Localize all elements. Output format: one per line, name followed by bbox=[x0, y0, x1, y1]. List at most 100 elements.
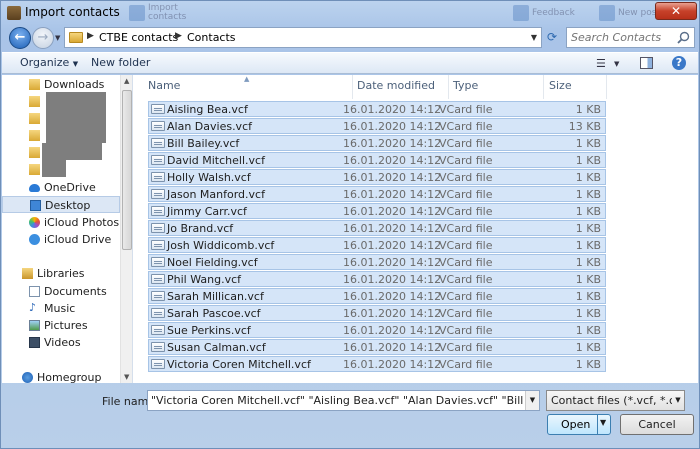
vcard-file-icon bbox=[151, 189, 165, 199]
scrollbar-thumb[interactable] bbox=[122, 90, 132, 250]
file-row[interactable]: Bill Bailey.vcf 16.01.2020 14:12 VCard fil… bbox=[148, 135, 606, 151]
file-row[interactable]: Sarah Millican.vcf 16.01.2020 14:12 VCard … bbox=[148, 288, 606, 304]
redacted-label bbox=[42, 143, 102, 160]
column-divider[interactable] bbox=[448, 75, 449, 99]
file-row[interactable]: Sarah Pascoe.vcf 16.01.2020 14:12 VCard fi… bbox=[148, 305, 606, 321]
search-input[interactable] bbox=[571, 30, 671, 45]
vcard-file-icon bbox=[151, 240, 165, 250]
file-row[interactable]: Susan Calman.vcf 16.01.2020 14:12 VCard fi… bbox=[148, 339, 606, 355]
change-view-icon[interactable]: ☰ bbox=[596, 57, 606, 70]
file-row[interactable]: Holly Walsh.vcf 16.01.2020 14:12 VCard fil… bbox=[148, 169, 606, 185]
vcard-file-icon bbox=[151, 308, 165, 318]
address-bar[interactable]: ▶ CTBE contacts ▶ Contacts ▼ bbox=[64, 27, 542, 48]
scroll-up-icon[interactable]: ▲ bbox=[124, 77, 129, 85]
back-button[interactable]: ← bbox=[9, 27, 31, 49]
column-header-size[interactable]: Size bbox=[549, 79, 572, 92]
file-name-input[interactable]: "Victoria Coren Mitchell.vcf" "Aisling B… bbox=[147, 390, 540, 411]
file-row[interactable]: Jimmy Carr.vcf 16.01.2020 14:12 VCard file… bbox=[148, 203, 606, 219]
chevron-down-icon: ▼ bbox=[72, 60, 79, 68]
sidebar-item-downloads[interactable]: Downloads bbox=[2, 76, 120, 93]
folder-icon bbox=[69, 32, 83, 43]
background-feedback: Feedback bbox=[513, 3, 575, 23]
help-icon[interactable]: ? bbox=[672, 56, 686, 70]
column-header-date-modified[interactable]: Date modified bbox=[357, 79, 435, 92]
column-header-type[interactable]: Type bbox=[453, 79, 478, 92]
organize-button[interactable]: Organize ▼ bbox=[20, 56, 78, 69]
sidebar-item-homegroup[interactable]: Homegroup bbox=[2, 369, 120, 383]
breadcrumb-contacts[interactable]: Contacts bbox=[187, 31, 236, 44]
sidebar-item-redacted-3[interactable] bbox=[2, 126, 120, 144]
sidebar-item-onedrive[interactable]: OneDrive bbox=[2, 179, 120, 196]
column-header-name[interactable]: Name bbox=[148, 79, 180, 92]
search-icon[interactable] bbox=[677, 31, 690, 44]
redacted-label bbox=[46, 109, 106, 126]
file-row[interactable]: Victoria Coren Mitchell.vcf 16.01.2020 14… bbox=[148, 356, 606, 372]
scroll-down-icon[interactable]: ▼ bbox=[124, 373, 129, 381]
sidebar-item-music[interactable]: ♪ Music bbox=[2, 300, 120, 317]
folder-icon bbox=[29, 113, 40, 124]
sidebar-item-documents[interactable]: Documents bbox=[2, 283, 120, 300]
file-row[interactable]: Noel Fielding.vcf 16.01.2020 14:12 VCard f… bbox=[148, 254, 606, 270]
sidebar-item-redacted-2[interactable] bbox=[2, 109, 120, 127]
file-type-filter[interactable]: Contact files (*.vcf, *.csv, *.xls ▼ bbox=[546, 390, 685, 411]
close-button[interactable]: ✕ bbox=[655, 2, 697, 20]
chevron-down-icon[interactable]: ▼ bbox=[525, 391, 539, 410]
chevron-down-icon[interactable]: ▼ bbox=[531, 33, 537, 42]
split-divider bbox=[597, 415, 598, 434]
vcard-file-icon bbox=[151, 138, 165, 148]
column-divider[interactable] bbox=[352, 75, 353, 99]
open-options-dropdown-icon[interactable]: ▼ bbox=[600, 418, 606, 427]
file-row[interactable]: Alan Davies.vcf 16.01.2020 14:12 VCard fil… bbox=[148, 118, 606, 134]
sidebar-item-pictures[interactable]: Pictures bbox=[2, 317, 120, 334]
refresh-icon: ⟳ bbox=[546, 30, 558, 44]
background-import-contacts: Import contacts bbox=[129, 3, 186, 23]
file-row[interactable]: Sue Perkins.vcf 16.01.2020 14:12 VCard fil… bbox=[148, 322, 606, 338]
sidebar-item-redacted-4[interactable] bbox=[2, 143, 120, 161]
app-icon bbox=[7, 6, 21, 20]
content-area: Downloads OneDrive Desktop iCloud Photos bbox=[2, 75, 698, 383]
chevron-down-icon[interactable]: ▼ bbox=[672, 391, 684, 410]
folder-icon bbox=[29, 164, 40, 175]
file-type-value: Contact files (*.vcf, *.csv, *.xls bbox=[551, 394, 684, 407]
file-row[interactable]: Aisling Bea.vcf 16.01.2020 14:12 VCard fil… bbox=[148, 101, 606, 117]
sidebar-item-redacted-1[interactable] bbox=[2, 92, 120, 110]
sidebar-item-icloud-photos[interactable]: iCloud Photos bbox=[2, 214, 120, 231]
sidebar-item-icloud-drive[interactable]: iCloud Drive bbox=[2, 231, 120, 248]
folder-icon bbox=[29, 130, 40, 141]
chevron-down-icon[interactable]: ▼ bbox=[614, 60, 619, 68]
refresh-button[interactable]: ⟳ bbox=[544, 28, 560, 47]
file-row[interactable]: Phil Wang.vcf 16.01.2020 14:12 VCard file 1… bbox=[148, 271, 606, 287]
cancel-button[interactable]: Cancel bbox=[620, 414, 694, 435]
preview-pane-icon[interactable] bbox=[640, 57, 653, 69]
breadcrumb-ctbe-contacts[interactable]: CTBE contacts bbox=[99, 31, 178, 44]
file-row[interactable]: Jo Brand.vcf 16.01.2020 14:12 VCard file 1 … bbox=[148, 220, 606, 236]
navigation-scrollbar[interactable]: ▲ ▼ bbox=[120, 75, 132, 383]
sidebar-item-redacted-5[interactable] bbox=[2, 160, 120, 178]
forward-button[interactable]: → bbox=[32, 27, 54, 49]
column-divider[interactable] bbox=[543, 75, 544, 99]
redacted-label bbox=[46, 126, 106, 143]
file-list: ▲ Name Date modified Type Size Aisling B… bbox=[134, 75, 698, 383]
open-button[interactable]: Open ▼ bbox=[547, 414, 611, 435]
import-contacts-dialog: Import contacts Import contacts Feedback… bbox=[0, 0, 700, 449]
vcard-file-icon bbox=[151, 342, 165, 352]
breadcrumb-separator-icon[interactable]: ▶ bbox=[175, 31, 182, 41]
videos-icon bbox=[29, 337, 40, 348]
file-row[interactable]: Josh Widdicomb.vcf 16.01.2020 14:12 VCard … bbox=[148, 237, 606, 253]
file-row[interactable]: Jason Manford.vcf 16.01.2020 14:12 VCard f… bbox=[148, 186, 606, 202]
music-icon: ♪ bbox=[29, 301, 37, 314]
homegroup-icon bbox=[22, 372, 33, 383]
sidebar-item-libraries[interactable]: Libraries bbox=[2, 265, 120, 282]
file-row[interactable]: David Mitchell.vcf 16.01.2020 14:12 VCard … bbox=[148, 152, 606, 168]
search-box[interactable] bbox=[566, 27, 695, 48]
column-divider[interactable] bbox=[606, 75, 607, 99]
toolbar: Organize ▼ New folder ☰ ▼ ? bbox=[2, 52, 698, 74]
sidebar-item-videos[interactable]: Videos bbox=[2, 334, 120, 351]
file-name-value[interactable]: "Victoria Coren Mitchell.vcf" "Aisling B… bbox=[151, 394, 539, 407]
sidebar-item-desktop[interactable]: Desktop bbox=[2, 196, 120, 213]
downloads-folder-icon bbox=[29, 79, 40, 90]
new-folder-button[interactable]: New folder bbox=[91, 56, 150, 69]
breadcrumb-separator-icon[interactable]: ▶ bbox=[87, 31, 94, 41]
vcard-file-icon bbox=[151, 291, 165, 301]
recent-locations-dropdown[interactable]: ▼ bbox=[55, 34, 60, 42]
